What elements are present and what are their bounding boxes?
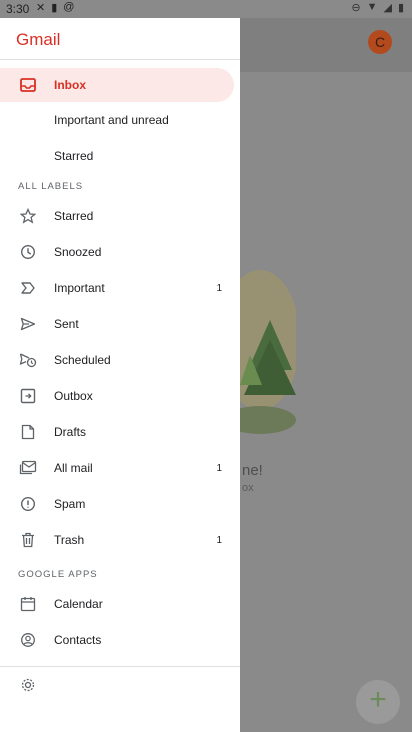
background-subtext: ox bbox=[242, 482, 254, 494]
status-system-icons: ⊖ ▼ ◢ ▮ bbox=[351, 1, 404, 14]
drawer-item-label: Sent bbox=[54, 317, 79, 331]
drawer-item-label: Calendar bbox=[54, 597, 103, 611]
drawer-item-snoozed[interactable]: Snoozed bbox=[0, 234, 240, 270]
drawer-item-calendar[interactable]: Calendar bbox=[0, 586, 240, 622]
drawer-item-label: Starred bbox=[54, 149, 94, 163]
close-icon: ✕ bbox=[36, 2, 46, 14]
battery-icon: ▮ bbox=[397, 2, 404, 14]
status-time: 3:30 bbox=[6, 2, 30, 16]
trash-icon bbox=[18, 530, 38, 550]
drawer-item-starred-category[interactable]: Starred bbox=[0, 138, 240, 174]
drawer-item-label: Inbox bbox=[54, 78, 86, 92]
drawer-item-all-mail[interactable]: All mail 1 bbox=[0, 450, 240, 486]
drawer-item-label: Scheduled bbox=[54, 353, 111, 367]
background-avatar: C bbox=[368, 30, 392, 54]
spam-icon bbox=[18, 494, 38, 514]
signal-icon: ◢ bbox=[383, 2, 392, 14]
drawer-item-label: Contacts bbox=[54, 633, 102, 647]
scheduled-send-icon bbox=[18, 350, 38, 370]
drawer-item-label: Important bbox=[54, 281, 105, 295]
outbox-icon bbox=[18, 386, 38, 406]
drawer-item-label: Outbox bbox=[54, 389, 93, 403]
drawer-item-label: All mail bbox=[54, 461, 93, 475]
drawer-item-contacts[interactable]: Contacts bbox=[0, 622, 240, 658]
clock-icon bbox=[18, 242, 38, 262]
dnd-icon: ⊖ bbox=[351, 2, 361, 14]
drawer-item-count: 1 bbox=[216, 462, 222, 474]
drawer-item-label: Trash bbox=[54, 533, 85, 547]
drawer-item-drafts[interactable]: Drafts bbox=[0, 414, 240, 450]
contacts-icon bbox=[18, 630, 38, 650]
draft-icon bbox=[18, 422, 38, 442]
drawer-item-count: 1 bbox=[216, 282, 222, 294]
drawer-item-inbox[interactable]: Inbox bbox=[0, 68, 234, 102]
drawer-item-starred[interactable]: Starred bbox=[0, 198, 240, 234]
background-text: ne! bbox=[242, 462, 263, 479]
drawer-item-spam[interactable]: Spam bbox=[0, 486, 240, 522]
calendar-icon bbox=[18, 594, 38, 614]
gmail-logo: Gmail bbox=[16, 30, 61, 49]
drawer-item-label: Drafts bbox=[54, 425, 87, 439]
star-icon bbox=[18, 206, 38, 226]
drawer-item-label: Important and unread bbox=[54, 113, 169, 127]
drawer-item-label: Spam bbox=[54, 497, 86, 511]
cup-icon: ▮ bbox=[51, 2, 58, 14]
status-notification-icons: ✕ ▮ @ bbox=[36, 1, 74, 14]
compose-fab[interactable]: + bbox=[356, 680, 400, 724]
gear-icon bbox=[18, 675, 38, 695]
google-apps-header: GOOGLE APPS bbox=[18, 568, 98, 580]
drawer-item-important-and-unread[interactable]: Important and unread bbox=[0, 102, 240, 138]
background-illustration bbox=[240, 270, 296, 434]
at-sign-icon: @ bbox=[63, 1, 75, 13]
drawer-item-outbox[interactable]: Outbox bbox=[0, 378, 240, 414]
drawer-item-count: 1 bbox=[216, 534, 222, 546]
navigation-drawer: Gmail Inbox Important and unread Starred… bbox=[0, 18, 240, 732]
drawer-item-trash[interactable]: Trash 1 bbox=[0, 522, 240, 558]
drawer-item-label: Snoozed bbox=[54, 245, 102, 259]
status-bar: 3:30 ✕ ▮ @ ⊖ ▼ ◢ ▮ bbox=[0, 0, 412, 18]
drawer-item-sent[interactable]: Sent bbox=[0, 306, 240, 342]
all-mail-icon bbox=[18, 458, 38, 478]
drawer-header: Gmail bbox=[0, 18, 240, 60]
inbox-icon bbox=[18, 75, 38, 95]
drawer-item-label: Starred bbox=[54, 209, 94, 223]
drawer-item-important[interactable]: Important 1 bbox=[0, 270, 240, 306]
important-icon bbox=[18, 278, 38, 298]
drawer-item-scheduled[interactable]: Scheduled bbox=[0, 342, 240, 378]
send-icon bbox=[18, 314, 38, 334]
all-labels-header: ALL LABELS bbox=[18, 180, 84, 192]
drawer-item-settings-partial[interactable] bbox=[0, 666, 240, 696]
wifi-icon: ▼ bbox=[366, 1, 378, 13]
